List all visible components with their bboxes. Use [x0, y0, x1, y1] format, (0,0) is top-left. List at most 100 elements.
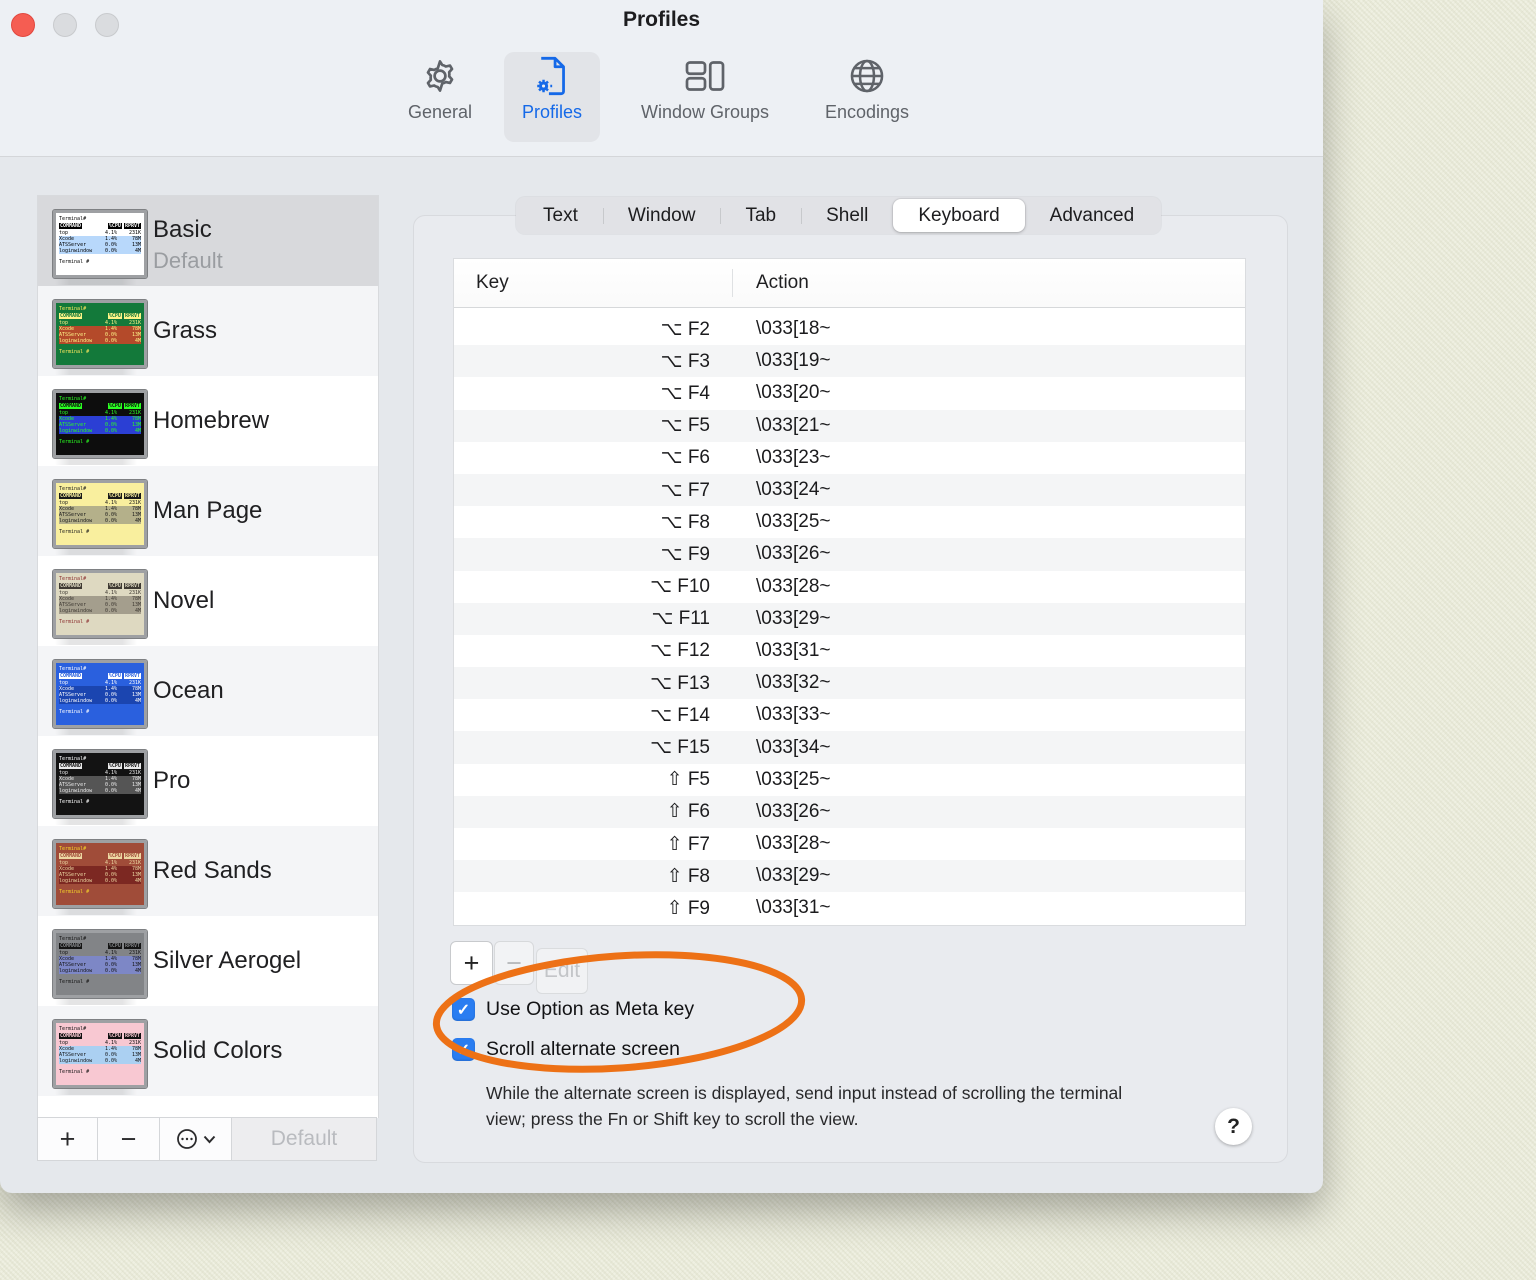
action-cell: \033[26~: [756, 800, 831, 822]
key-cell: ⌥ F12: [650, 640, 710, 662]
toolbar-item-profiles[interactable]: Profiles: [504, 52, 600, 142]
scroll-alternate-screen-checkbox-row: ✓ Scroll alternate screen: [452, 1038, 680, 1061]
tab-label: Shell: [826, 204, 869, 226]
column-header-key[interactable]: Key: [454, 272, 732, 294]
thumbnail-reflection: [55, 1088, 137, 1095]
scroll-alternate-screen-checkbox[interactable]: ✓: [452, 1038, 475, 1061]
action-cell: \033[19~: [756, 350, 831, 372]
table-row[interactable]: ⌥ F13 \033[32~: [454, 667, 1245, 700]
tab-label: Tab: [745, 204, 777, 226]
table-row[interactable]: ⌥ F14 \033[33~: [454, 699, 1245, 731]
profile-name: Ocean: [153, 677, 224, 704]
key-cell: ⌥ F4: [660, 382, 710, 404]
thumbnail-reflection: [55, 728, 137, 735]
key-cell: ⌥ F10: [650, 576, 710, 598]
profile-item-silver-aerogel[interactable]: Terminal# COMMAND %CPU RPRVT top 4.1% 231K Xcod…: [38, 916, 378, 1006]
table-row[interactable]: ⌥ F2 \033[18~: [454, 313, 1245, 345]
profile-item-pro[interactable]: Terminal# COMMAND %CPU RPRVT top 4.1% 231K Xcod…: [38, 736, 378, 826]
table-row[interactable]: ⇧ F9 \033[31~: [454, 892, 1245, 924]
action-cell: \033[20~: [756, 382, 831, 404]
help-button[interactable]: ?: [1215, 1108, 1252, 1145]
tab-text[interactable]: Text: [518, 199, 603, 232]
table-row[interactable]: ⇧ F7 \033[28~: [454, 828, 1245, 860]
window-title: Profiles: [622, 8, 701, 31]
key-cell: ⌥ F14: [650, 704, 710, 726]
set-default-button[interactable]: Default: [232, 1118, 376, 1160]
table-row[interactable]: ⌥ F10 \033[28~: [454, 571, 1245, 603]
profile-name: Homebrew: [153, 407, 270, 434]
tab-window[interactable]: Window: [602, 199, 721, 232]
profile-tabs: Text Window Tab Shell Keyboard Advanced: [516, 197, 1162, 234]
profile-name: Grass: [153, 317, 218, 344]
more-options-button[interactable]: [160, 1118, 232, 1160]
tab-advanced[interactable]: Advanced: [1025, 199, 1160, 232]
table-row[interactable]: ⌥ F11 \033[29~: [454, 602, 1245, 635]
tab-keyboard[interactable]: Keyboard: [893, 199, 1025, 232]
check-icon: ✓: [456, 1041, 471, 1059]
key-cell: ⇧ F5: [666, 769, 710, 791]
table-header: Key Action: [454, 259, 1245, 308]
key-cell: ⌥ F3: [660, 350, 710, 372]
table-row[interactable]: ⌥ F8 \033[25~: [454, 506, 1245, 538]
profile-subtitle: Default: [153, 248, 223, 273]
action-cell: \033[21~: [756, 414, 831, 436]
use-option-as-meta-checkbox-row: ✓ Use Option as Meta key: [452, 998, 694, 1021]
edit-key-button[interactable]: Edit: [536, 948, 588, 994]
table-row[interactable]: ⇧ F8 \033[29~: [454, 860, 1245, 893]
table-row[interactable]: ⌥ F5 \033[21~: [454, 409, 1245, 442]
profile-item-homebrew[interactable]: Terminal# COMMAND %CPU RPRVT top 4.1% 231K Xcod…: [38, 376, 378, 466]
tab-separator: [801, 208, 803, 224]
chevron-down-icon: [203, 1135, 216, 1144]
table-row[interactable]: ⌥ F3 \033[19~: [454, 345, 1245, 378]
toolbar-item-general[interactable]: General: [392, 52, 488, 142]
scroll-alternate-screen-label: Scroll alternate screen: [486, 1038, 681, 1060]
thumbnail-reflection: [55, 548, 137, 555]
use-option-as-meta-checkbox[interactable]: ✓: [452, 998, 475, 1021]
profile-item-red-sands[interactable]: Terminal# COMMAND %CPU RPRVT top 4.1% 231K Xcod…: [38, 826, 378, 916]
tab-separator: [720, 208, 722, 224]
check-icon: ✓: [456, 1001, 471, 1019]
preferences-window: Profiles General Profiles Window Groups …: [0, 0, 1323, 1193]
profile-thumbnail: Terminal# COMMAND %CPU RPRVT top 4.1% 231K Xcod…: [52, 839, 148, 909]
table-row[interactable]: ⌥ F9 \033[26~: [454, 538, 1245, 571]
action-cell: \033[28~: [756, 575, 831, 597]
table-row[interactable]: ⌥ F6 \033[23~: [454, 442, 1245, 474]
table-row[interactable]: ⇧ F5 \033[25~: [454, 764, 1245, 796]
table-row[interactable]: ⌥ F12 \033[31~: [454, 635, 1245, 667]
table-row[interactable]: ⌥ F4 \033[20~: [454, 377, 1245, 409]
circle-ellipsis-icon: [175, 1127, 199, 1151]
tab-shell[interactable]: Shell: [801, 199, 893, 232]
profile-thumbnail: Terminal# COMMAND %CPU RPRVT top 4.1% 231K Xcod…: [52, 299, 148, 369]
column-header-action[interactable]: Action: [732, 272, 809, 294]
profile-thumbnail: Terminal# COMMAND %CPU RPRVT top 4.1% 231K Xcod…: [52, 929, 148, 999]
action-cell: \033[24~: [756, 479, 831, 501]
profile-item-novel[interactable]: Terminal# COMMAND %CPU RPRVT top 4.1% 231K Xcod…: [38, 556, 378, 646]
alternate-screen-help-text: While the alternate screen is displayed,…: [486, 1083, 1123, 1129]
key-cell: ⌥ F8: [660, 511, 710, 533]
profile-item-basic[interactable]: Terminal# COMMAND %CPU RPRVT top 4.1% 231K Xcod…: [38, 196, 378, 286]
action-cell: \033[28~: [756, 833, 831, 855]
column-divider: [732, 269, 733, 297]
tab-tab[interactable]: Tab: [720, 199, 801, 232]
profile-item-man-page[interactable]: Terminal# COMMAND %CPU RPRVT top 4.1% 231K Xcod…: [38, 466, 378, 556]
key-cell: ⇧ F9: [666, 897, 710, 919]
add-profile-button[interactable]: +: [38, 1118, 98, 1160]
table-row[interactable]: ⇧ F6 \033[26~: [454, 795, 1245, 828]
key-cell: ⌥ F7: [660, 479, 710, 501]
profile-item-solid-colors[interactable]: Terminal# COMMAND %CPU RPRVT top 4.1% 231K Xcod…: [38, 1006, 378, 1096]
profile-item-grass[interactable]: Terminal# COMMAND %CPU RPRVT top 4.1% 231K Xcod…: [38, 286, 378, 376]
key-cell: ⌥ F6: [660, 447, 710, 469]
key-cell: ⌥ F11: [651, 608, 710, 630]
profile-name: Novel: [153, 587, 215, 614]
remove-profile-button[interactable]: −: [98, 1118, 160, 1160]
profile-thumbnail: Terminal# COMMAND %CPU RPRVT top 4.1% 231K Xcod…: [52, 749, 148, 819]
toolbar-item-encodings[interactable]: Encodings: [805, 52, 929, 142]
remove-key-button[interactable]: −: [494, 941, 534, 985]
tab-label: Text: [543, 204, 578, 226]
table-row[interactable]: ⌥ F7 \033[24~: [454, 473, 1245, 507]
add-key-button[interactable]: +: [450, 941, 493, 985]
table-row[interactable]: ⌥ F15 \033[34~: [454, 731, 1245, 764]
key-cell: ⇧ F8: [666, 865, 710, 887]
profile-item-ocean[interactable]: Terminal# COMMAND %CPU RPRVT top 4.1% 231K Xcod…: [38, 646, 378, 736]
toolbar-item-window-groups[interactable]: Window Groups: [617, 52, 793, 142]
